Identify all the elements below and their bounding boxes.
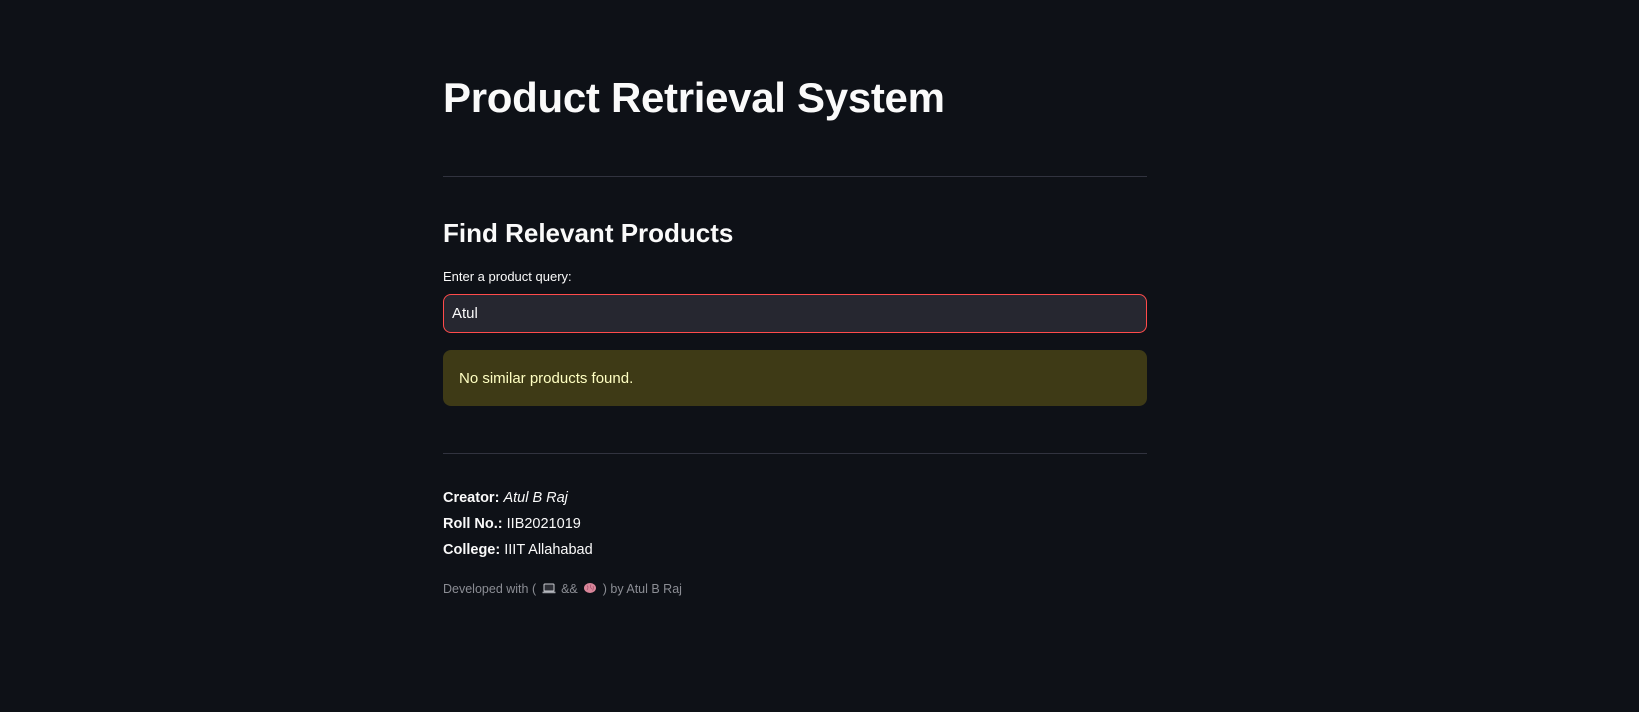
creator-label: Creator:	[443, 490, 500, 506]
roll-info: Roll No.: IIB2021019	[443, 516, 581, 532]
query-input[interactable]	[443, 294, 1147, 333]
alert-message: No similar products found.	[459, 369, 634, 387]
footer-credit: Developed with ( && ) by Atul B Raj	[443, 582, 682, 597]
page-title: Product Retrieval System	[443, 74, 945, 121]
roll-value: IIB2021019	[506, 516, 581, 532]
warning-alert: No similar products found.	[443, 350, 1147, 406]
brain-icon	[583, 582, 597, 597]
laptop-icon	[542, 583, 556, 597]
bottom-divider	[443, 453, 1147, 454]
creator-value: Atul B Raj	[503, 490, 568, 506]
footer-suffix: ) by Atul B Raj	[602, 582, 682, 596]
footer-and: &&	[561, 582, 578, 596]
college-info: College: IIIT Allahabad	[443, 542, 593, 558]
top-divider	[443, 176, 1147, 177]
college-value: IIIT Allahabad	[504, 542, 593, 558]
query-label: Enter a product query:	[443, 269, 572, 284]
creator-info: Creator: Atul B Raj	[443, 490, 568, 506]
footer-prefix: Developed with (	[443, 582, 537, 596]
section-subheader: Find Relevant Products	[443, 218, 734, 248]
roll-label: Roll No.:	[443, 516, 503, 532]
college-label: College:	[443, 542, 501, 558]
